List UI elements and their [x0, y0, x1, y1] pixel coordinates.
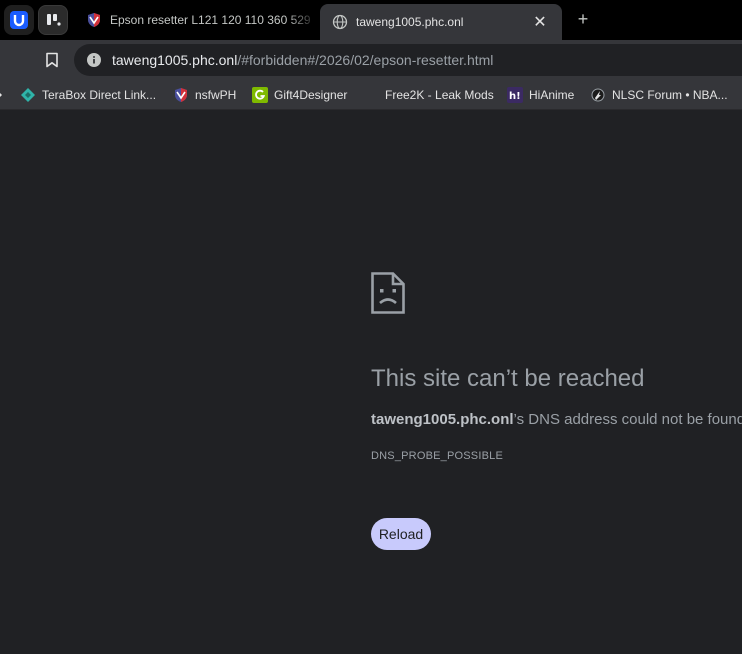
error-code: DNS_PROBE_POSSIBLE: [371, 450, 503, 462]
svg-text:h!: h!: [509, 91, 521, 102]
bookmark-icon[interactable]: [42, 50, 62, 70]
error-host: taweng1005.phc.onl: [371, 411, 514, 428]
sad-page-icon: [371, 272, 405, 314]
shield-favicon-icon: [88, 13, 100, 27]
bookmark-label: Free2K - Leak Mods: [385, 88, 494, 102]
u-logo-icon: [10, 11, 28, 29]
pinned-tab-trello[interactable]: [38, 5, 68, 35]
bookmark-terabox[interactable]: TeraBox Direct Link...: [20, 80, 156, 110]
shield-favicon-icon: [173, 87, 189, 103]
pinned-tab-u[interactable]: [4, 5, 34, 35]
hianime-icon: h!: [507, 87, 523, 103]
bookmark-label: TeraBox Direct Link...: [42, 88, 157, 102]
tab-title: Epson resetter L121 120 110 360 529: [110, 13, 311, 27]
toolbar: taweng1005.phc.onl/#forbidden#/2026/02/e…: [0, 40, 742, 80]
url-host: taweng1005.phc.onl: [112, 52, 238, 68]
address-bar[interactable]: taweng1005.phc.onl/#forbidden#/2026/02/e…: [74, 44, 742, 76]
bookmark-free2k[interactable]: Free2K - Leak Mods: [385, 80, 494, 110]
url-path: /#forbidden#/2026/02/epson-resetter.html: [237, 52, 494, 68]
bookmark-label: nsfwPH: [195, 88, 237, 102]
bookmark-label: Gift4Designer: [274, 88, 348, 102]
terabox-icon: [20, 87, 36, 103]
error-description: taweng1005.phc.onl’s DNS address could n…: [371, 411, 742, 428]
tab-epson-resetter[interactable]: Epson resetter L121 120 110 360 529: [80, 4, 318, 36]
bookmark-overflow-icon[interactable]: [0, 80, 2, 110]
bookmark-nlsc[interactable]: NLSC Forum • NBA...: [590, 80, 728, 110]
globe-icon: [332, 14, 348, 30]
tab-title: taweng1005.phc.onl: [356, 15, 464, 29]
error-message: ’s DNS address could not be found: [513, 411, 742, 428]
board-logo-icon: [47, 14, 61, 26]
error-title: This site can’t be reached: [371, 365, 645, 392]
bookmark-gift4designer[interactable]: Gift4Designer: [252, 80, 347, 110]
reload-button[interactable]: Reload: [371, 518, 431, 550]
new-tab-plus-icon[interactable]: +: [572, 8, 594, 30]
bookmark-label: NLSC Forum • NBA...: [612, 88, 728, 102]
nlsc-icon: [590, 87, 606, 103]
close-tab-icon[interactable]: ✕: [530, 12, 550, 32]
tab-active-site[interactable]: taweng1005.phc.onl ✕: [320, 4, 562, 40]
bookmark-nsfwph[interactable]: nsfwPH: [173, 80, 236, 110]
tab-strip: Epson resetter L121 120 110 360 529 tawe…: [0, 0, 742, 40]
site-info-icon[interactable]: [86, 52, 102, 68]
error-page: This site can’t be reached taweng1005.ph…: [0, 111, 742, 654]
bookmark-label: HiAnime: [529, 88, 575, 102]
bookmarks-bar: TeraBox Direct Link... nsfwPH Gift4Desig…: [0, 80, 742, 110]
g-logo-icon: [252, 87, 268, 103]
bookmark-hianime[interactable]: h! HiAnime: [507, 80, 574, 110]
